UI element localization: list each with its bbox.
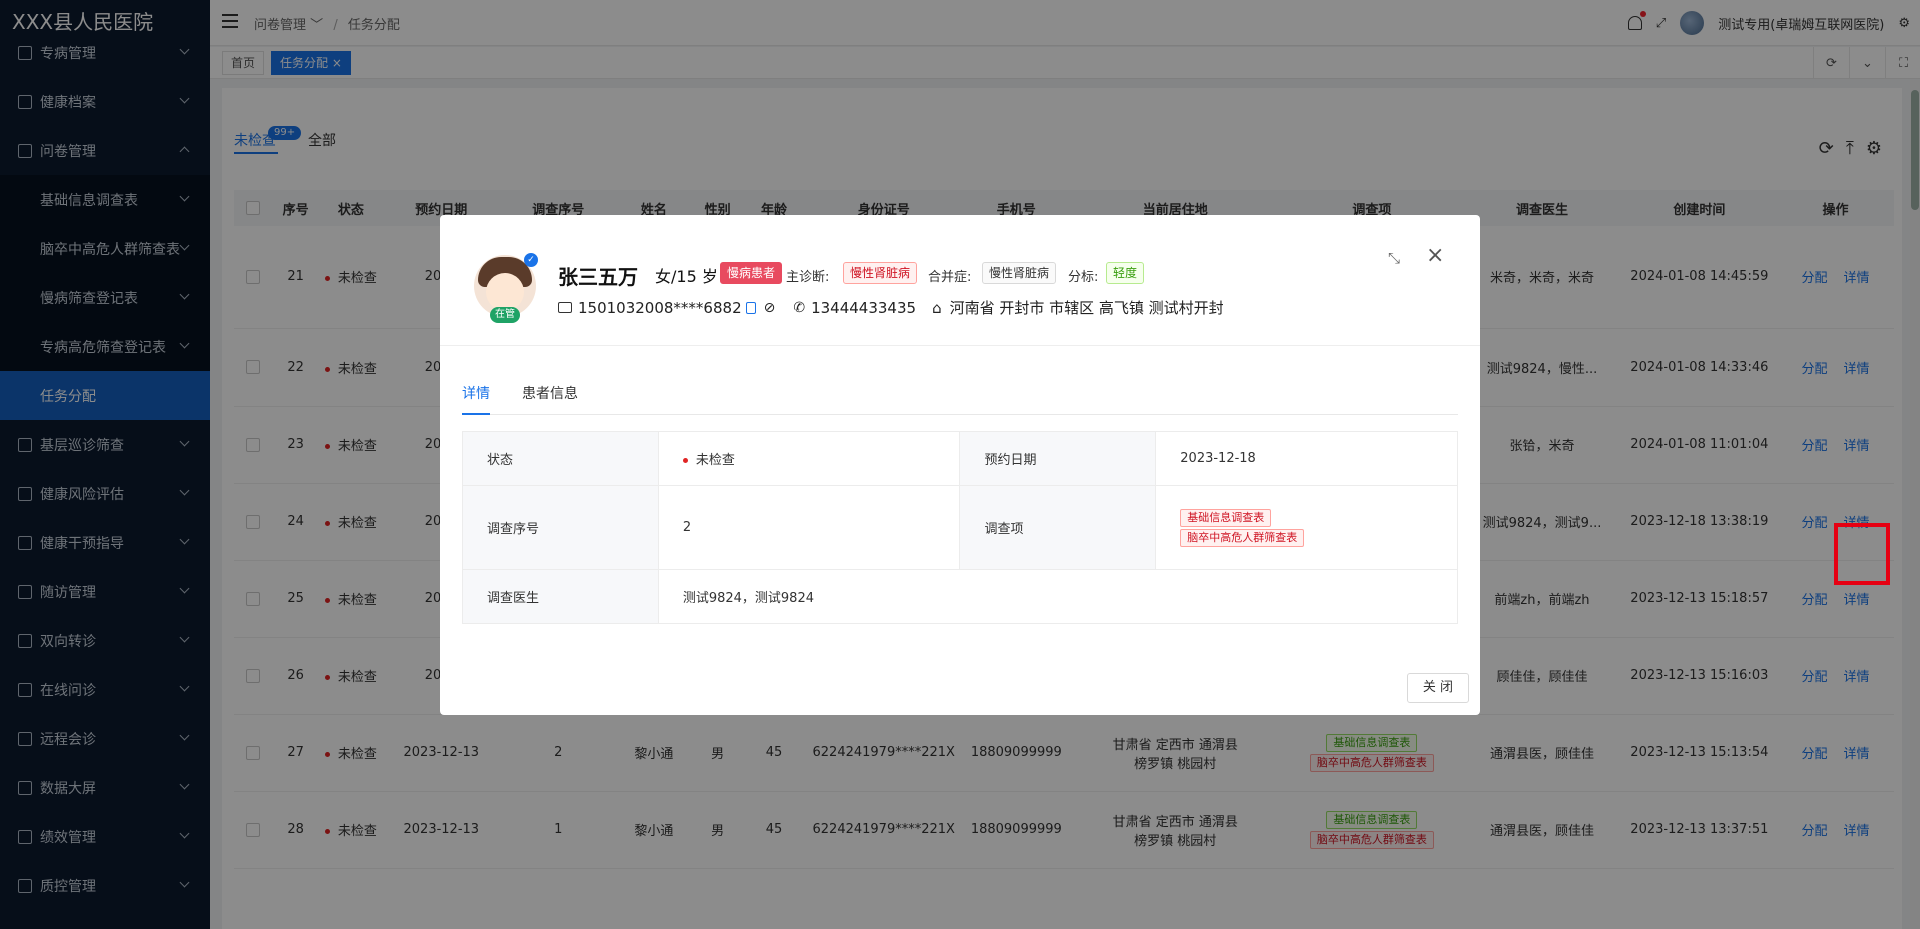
date-value: 2023-12-18 — [1155, 431, 1458, 486]
patient-gender-age: 女/15 岁 — [655, 267, 718, 286]
date-label: 预约日期 — [959, 431, 1157, 486]
chronic-tag: 慢病患者 — [720, 262, 783, 284]
tab-indicator — [462, 413, 490, 415]
diagnosis-tag: 慢性肾脏病 — [843, 262, 918, 284]
tab-details[interactable]: 详情 — [462, 383, 490, 403]
close-button[interactable]: 关 闭 — [1407, 673, 1469, 703]
patient-detail-modal: ✓ 在管 张三五万 女/15 岁 慢病患者 主诊断: 慢性肾脏病 合并症: 慢性… — [440, 215, 1480, 715]
survey-item-tag: 脑卒中高危人群筛查表 — [1180, 528, 1305, 547]
survey-items-label: 调查项 — [959, 485, 1157, 570]
phone-icon: ✆ — [793, 299, 806, 316]
detail-table: 状态 未检查 预约日期 2023-12-18 调查序号 2 调查项 基础信息调查… — [462, 431, 1459, 624]
home-icon: ⌂ — [932, 298, 942, 317]
highlight-box — [1834, 523, 1890, 585]
close-icon[interactable]: × — [1426, 243, 1444, 268]
status-badge: 在管 — [490, 307, 520, 323]
grade-tag: 轻度 — [1106, 262, 1145, 284]
copy-icon[interactable] — [745, 301, 756, 314]
fullscreen-icon[interactable]: ⤡ — [1388, 249, 1400, 267]
status-value: 未检查 — [657, 431, 961, 486]
grade-label: 分标: — [1068, 270, 1099, 285]
patient-id-number: 1501032008****6882 — [578, 298, 742, 317]
verified-icon: ✓ — [524, 253, 538, 267]
id-card-icon — [558, 302, 572, 313]
survey-no-label: 调查序号 — [462, 485, 659, 570]
complication-label: 合并症: — [928, 270, 972, 285]
diagnosis-label: 主诊断: — [786, 270, 830, 285]
tab-patient-info[interactable]: 患者信息 — [522, 383, 578, 403]
avatar-face — [486, 273, 524, 311]
survey-item-tag: 基础信息调查表 — [1180, 508, 1272, 527]
patient-phone: 13444433435 — [811, 298, 917, 317]
status-label: 状态 — [462, 431, 659, 486]
patient-name: 张三五万 — [558, 265, 638, 289]
doctor-value: 测试9824，测试9824 — [657, 569, 1459, 624]
status-dot — [682, 458, 688, 463]
complication-tag: 慢性肾脏病 — [982, 262, 1057, 284]
survey-no-value: 2 — [657, 485, 961, 570]
patient-address: 河南省 开封市 市辖区 高飞镇 测试村开封 — [949, 299, 1224, 317]
tab-bar-line — [462, 414, 1458, 415]
survey-items-value: 基础信息调查表 脑卒中高危人群筛查表 — [1155, 485, 1458, 570]
patient-contact-line: 1501032008****6882 ⊘ ✆ 13444433435 ⌂ 河南省… — [558, 297, 1224, 318]
doctor-label: 调查医生 — [462, 569, 659, 624]
divider — [440, 345, 1480, 346]
eye-off-icon[interactable]: ⊘ — [764, 300, 776, 316]
